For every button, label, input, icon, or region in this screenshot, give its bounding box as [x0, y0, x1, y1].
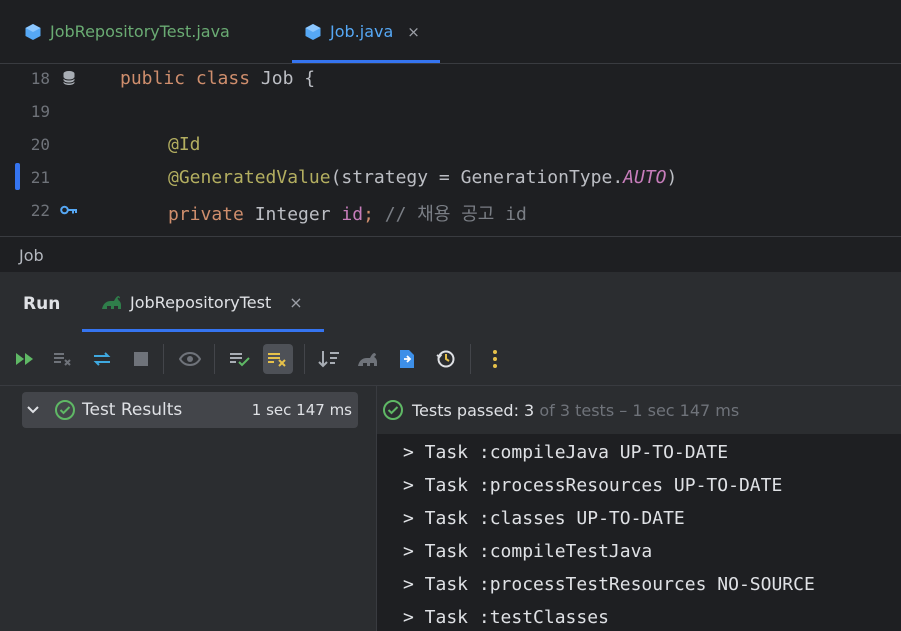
- export-icon: [400, 350, 414, 368]
- more-vertical-icon: [493, 350, 497, 368]
- run-config-tab[interactable]: JobRepositoryTest ×: [100, 284, 303, 320]
- test-passed-icon: [55, 400, 75, 420]
- console-output[interactable]: > Task :compileJava UP-TO-DATE > Task :p…: [377, 434, 901, 631]
- java-class-icon: [305, 23, 321, 40]
- sort-icon: [318, 351, 339, 368]
- gradle-icon: [102, 296, 121, 309]
- console-line: > Task :compileTestJava: [403, 541, 653, 562]
- code-line-18: public class Job {: [120, 68, 316, 89]
- line-number: 18: [30, 69, 50, 88]
- rerun-failed-icon: [54, 353, 71, 366]
- stop-button[interactable]: [126, 344, 156, 374]
- run-tab-label: JobRepositoryTest: [130, 292, 272, 312]
- tab-job-java[interactable]: Job.java ×: [304, 0, 420, 63]
- breadcrumb-item[interactable]: Job: [19, 246, 44, 265]
- console-line: > Task :processResources UP-TO-DATE: [403, 475, 783, 496]
- java-class-icon: [25, 23, 41, 40]
- show-ignored-tests-button[interactable]: [263, 344, 293, 374]
- editor-tab-bar: JobRepositoryTest.java Job.java ×: [0, 0, 901, 64]
- tab-label: Job.java: [330, 22, 394, 41]
- stop-icon: [134, 352, 148, 366]
- key-icon[interactable]: [60, 205, 78, 215]
- toolbar-separator: [470, 344, 471, 374]
- database-icon[interactable]: [62, 70, 76, 86]
- export-results-button[interactable]: [392, 344, 422, 374]
- active-tab-indicator: [292, 60, 440, 63]
- more-options-button[interactable]: [480, 344, 510, 374]
- toggle-auto-test-button[interactable]: [87, 344, 117, 374]
- tree-root-label: Test Results: [82, 400, 183, 420]
- run-panel-title: Run: [23, 294, 61, 314]
- show-passed-tests-button[interactable]: [225, 344, 255, 374]
- code-line-20: @Id: [168, 134, 201, 155]
- console-line: > Task :processTestResources NO-SOURCE: [403, 574, 815, 595]
- line-number: 21: [30, 168, 50, 187]
- tests-passed-summary: Tests passed: 3 of 3 tests – 1 sec 147 m…: [412, 400, 740, 420]
- console-line: > Task :testClasses: [403, 607, 609, 628]
- code-line-21: @GeneratedValue(strategy = GenerationTyp…: [168, 167, 678, 188]
- test-tree-pane: Test Results 1 sec 147 ms: [0, 386, 377, 631]
- test-passed-icon: [383, 400, 403, 420]
- sort-button[interactable]: [314, 344, 344, 374]
- line-number: 19: [30, 102, 50, 121]
- close-tab-button[interactable]: ×: [407, 23, 420, 41]
- chevron-down-icon[interactable]: [26, 403, 40, 417]
- close-run-tab-button[interactable]: ×: [289, 293, 302, 312]
- run-tool-window-header: Run JobRepositoryTest ×: [0, 272, 901, 333]
- console-line: > Task :classes UP-TO-DATE: [403, 508, 685, 529]
- line-number: 22: [30, 201, 50, 220]
- history-icon: [436, 350, 455, 368]
- eye-icon: [179, 352, 201, 366]
- line-number: 20: [30, 135, 50, 154]
- list-check-icon: [230, 353, 250, 367]
- toolbar-separator: [163, 344, 164, 374]
- run-toolbar: [0, 332, 901, 386]
- rerun-icon: [16, 353, 33, 365]
- tab-jobrepositorytest-java[interactable]: JobRepositoryTest.java: [24, 0, 230, 63]
- breadcrumb: Job: [0, 236, 901, 273]
- console-line: > Task :compileJava UP-TO-DATE: [403, 442, 729, 463]
- test-status-bar: Tests passed: 3 of 3 tests – 1 sec 147 m…: [377, 386, 901, 434]
- show-passed-button[interactable]: [175, 344, 205, 374]
- code-line-22: private Integer id; // 채용 공고 id: [168, 204, 527, 225]
- test-history-button[interactable]: [431, 344, 461, 374]
- vcs-change-marker[interactable]: [15, 163, 20, 190]
- list-cross-icon: [268, 353, 286, 367]
- code-editor[interactable]: 18 public class Job { 19 20 @Id 21 @Gene…: [0, 64, 901, 235]
- toolbar-separator: [214, 344, 215, 374]
- gradle-import-icon: [358, 353, 377, 366]
- rerun-failed-button[interactable]: [48, 344, 78, 374]
- tab-label: JobRepositoryTest.java: [50, 22, 230, 41]
- tree-root-test-results[interactable]: Test Results 1 sec 147 ms: [22, 392, 358, 428]
- import-tests-button[interactable]: [353, 344, 383, 374]
- swap-icon: [93, 352, 111, 366]
- tree-root-duration: 1 sec 147 ms: [251, 401, 352, 419]
- toolbar-separator: [304, 344, 305, 374]
- rerun-button[interactable]: [10, 344, 40, 374]
